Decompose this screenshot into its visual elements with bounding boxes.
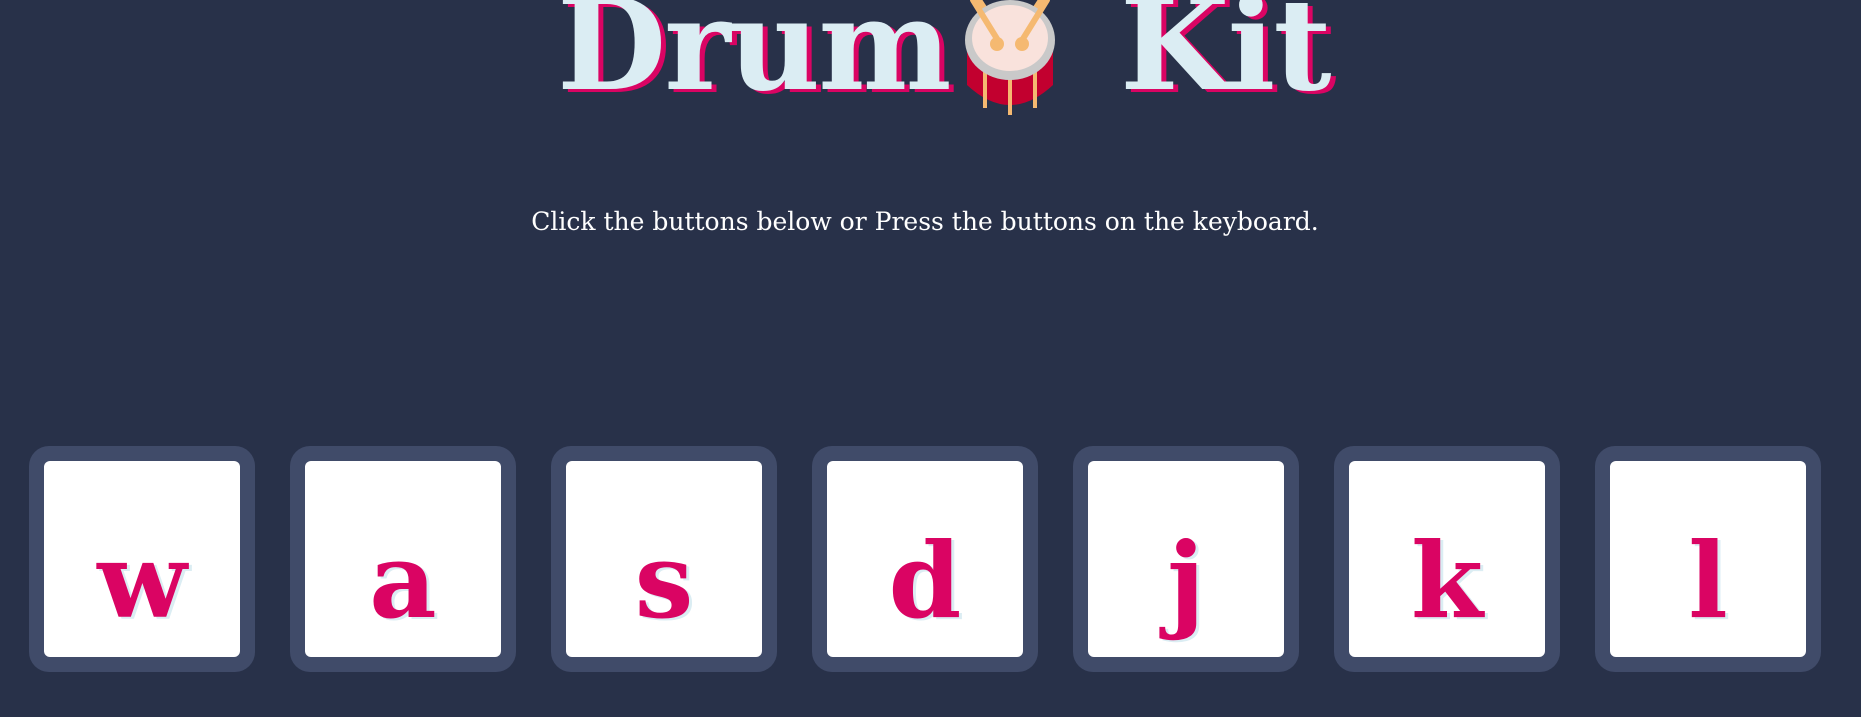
drum-key-w[interactable]: w xyxy=(29,446,255,672)
key-label: l xyxy=(1688,519,1728,642)
key-label: j xyxy=(1167,519,1205,642)
drum-key-d[interactable]: d xyxy=(812,446,1038,672)
drum-key-s[interactable]: s xyxy=(551,446,777,672)
key-face[interactable]: s xyxy=(566,461,762,657)
key-label: d xyxy=(888,519,962,642)
drum-icon xyxy=(965,0,1055,115)
title-kit: Kit xyxy=(1120,0,1332,119)
title-drum: Drum xyxy=(557,0,952,119)
drum-key-a[interactable]: a xyxy=(290,446,516,672)
key-label: s xyxy=(634,519,694,642)
drum-key-row: w a s d j k l xyxy=(0,446,1861,672)
key-label: k xyxy=(1410,519,1484,642)
key-face[interactable]: j xyxy=(1088,461,1284,657)
key-face[interactable]: w xyxy=(44,461,240,657)
drum-key-l[interactable]: l xyxy=(1595,446,1821,672)
instructions-text: Click the buttons below or Press the but… xyxy=(531,207,1319,236)
key-face[interactable]: k xyxy=(1349,461,1545,657)
key-label: w xyxy=(97,519,187,642)
key-face[interactable]: l xyxy=(1610,461,1806,657)
drum-key-k[interactable]: k xyxy=(1334,446,1560,672)
key-label: a xyxy=(369,519,437,642)
drum-key-j[interactable]: j xyxy=(1073,446,1299,672)
page-header: Drum Kit xyxy=(0,0,1861,120)
key-face[interactable]: a xyxy=(305,461,501,657)
key-face[interactable]: d xyxy=(827,461,1023,657)
